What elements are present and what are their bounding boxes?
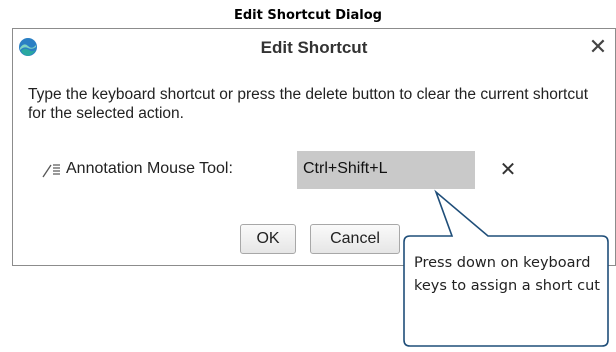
clear-shortcut-icon[interactable]: ✕ [495,157,521,183]
shortcut-input[interactable]: Ctrl+Shift+L [297,151,475,189]
annotation-pen-icon [41,160,61,180]
cancel-button[interactable]: Cancel [310,224,400,254]
page: Edit Shortcut Dialog Edit Shortcut ✕ Typ… [0,0,616,352]
dialog-title: Edit Shortcut [260,38,368,57]
callout-text: Press down on keyboard keys to assign a … [414,255,600,294]
edit-shortcut-dialog: Edit Shortcut ✕ Type the keyboard shortc… [12,28,616,266]
ok-button[interactable]: OK [240,224,296,254]
action-label: Annotation Mouse Tool: [66,160,233,177]
figure-caption: Edit Shortcut Dialog [234,8,382,23]
instructions-text: Type the keyboard shortcut or press the … [28,86,589,122]
dialog-titlebar: Edit Shortcut ✕ [13,29,615,67]
close-icon[interactable]: ✕ [587,34,609,60]
